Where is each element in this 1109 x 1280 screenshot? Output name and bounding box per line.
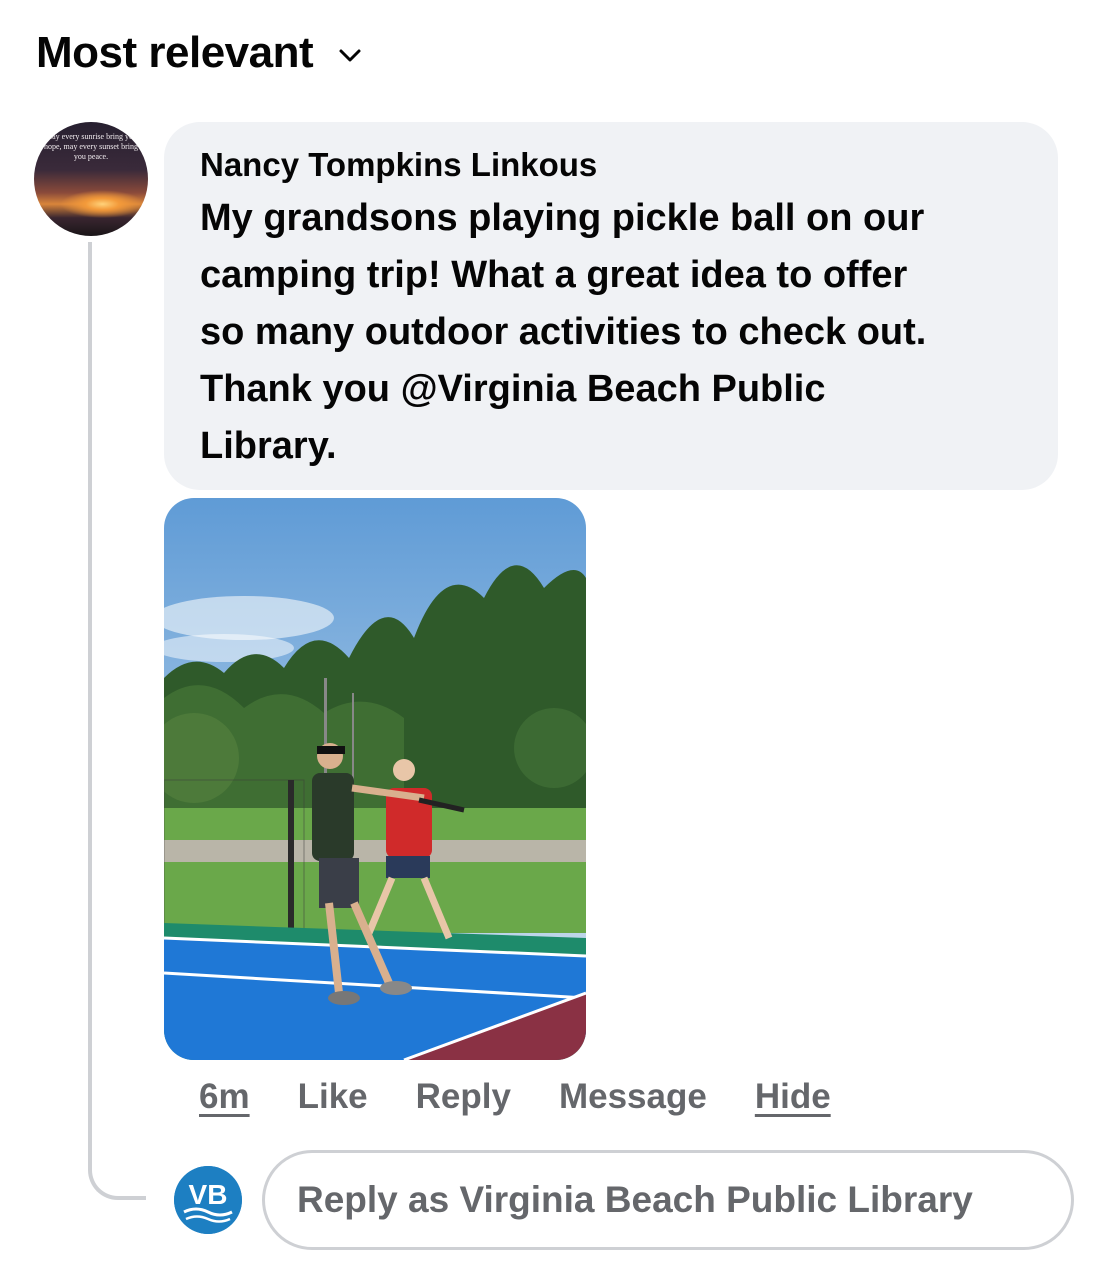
comment-line: so many outdoor activities to check out. bbox=[200, 311, 927, 353]
avatar-caption: May every sunrise bring you hope, may ev… bbox=[44, 132, 138, 161]
comment-actions: 6m Like Reply Message Hide bbox=[199, 1072, 879, 1122]
comment-line: Library. bbox=[200, 425, 337, 467]
comment-author[interactable]: Nancy Tompkins Linkous bbox=[200, 146, 1022, 184]
comment-line: Thank you @Virginia Beach Public bbox=[200, 368, 826, 410]
comment-bubble: Nancy Tompkins Linkous My grandsons play… bbox=[164, 122, 1058, 490]
page-avatar: VB bbox=[174, 1166, 242, 1234]
sort-dropdown[interactable]: Most relevant bbox=[36, 28, 365, 78]
vb-logo-icon: VB bbox=[174, 1166, 242, 1234]
comment-line: camping trip! What a great idea to offer bbox=[200, 254, 908, 296]
like-button[interactable]: Like bbox=[298, 1077, 368, 1117]
message-button[interactable]: Message bbox=[559, 1077, 707, 1117]
comment-text: My grandsons playing pickle ball on our … bbox=[200, 190, 1022, 475]
pickleball-photo-image bbox=[164, 498, 586, 1060]
vb-logo-text: VB bbox=[189, 1179, 228, 1210]
comment-photo[interactable] bbox=[164, 498, 586, 1060]
reply-button[interactable]: Reply bbox=[416, 1077, 511, 1117]
thread-connector-line bbox=[88, 242, 146, 1200]
commenter-avatar[interactable]: May every sunrise bring you hope, may ev… bbox=[34, 122, 148, 236]
sort-label: Most relevant bbox=[36, 28, 314, 77]
reply-input-placeholder: Reply as Virginia Beach Public Library bbox=[297, 1179, 973, 1220]
comment-line: My grandsons playing pickle ball on our bbox=[200, 197, 925, 239]
hide-button[interactable]: Hide bbox=[755, 1077, 831, 1117]
chevron-down-icon bbox=[339, 49, 361, 62]
timestamp-link[interactable]: 6m bbox=[199, 1077, 250, 1117]
reply-input[interactable]: Reply as Virginia Beach Public Library bbox=[262, 1150, 1074, 1250]
